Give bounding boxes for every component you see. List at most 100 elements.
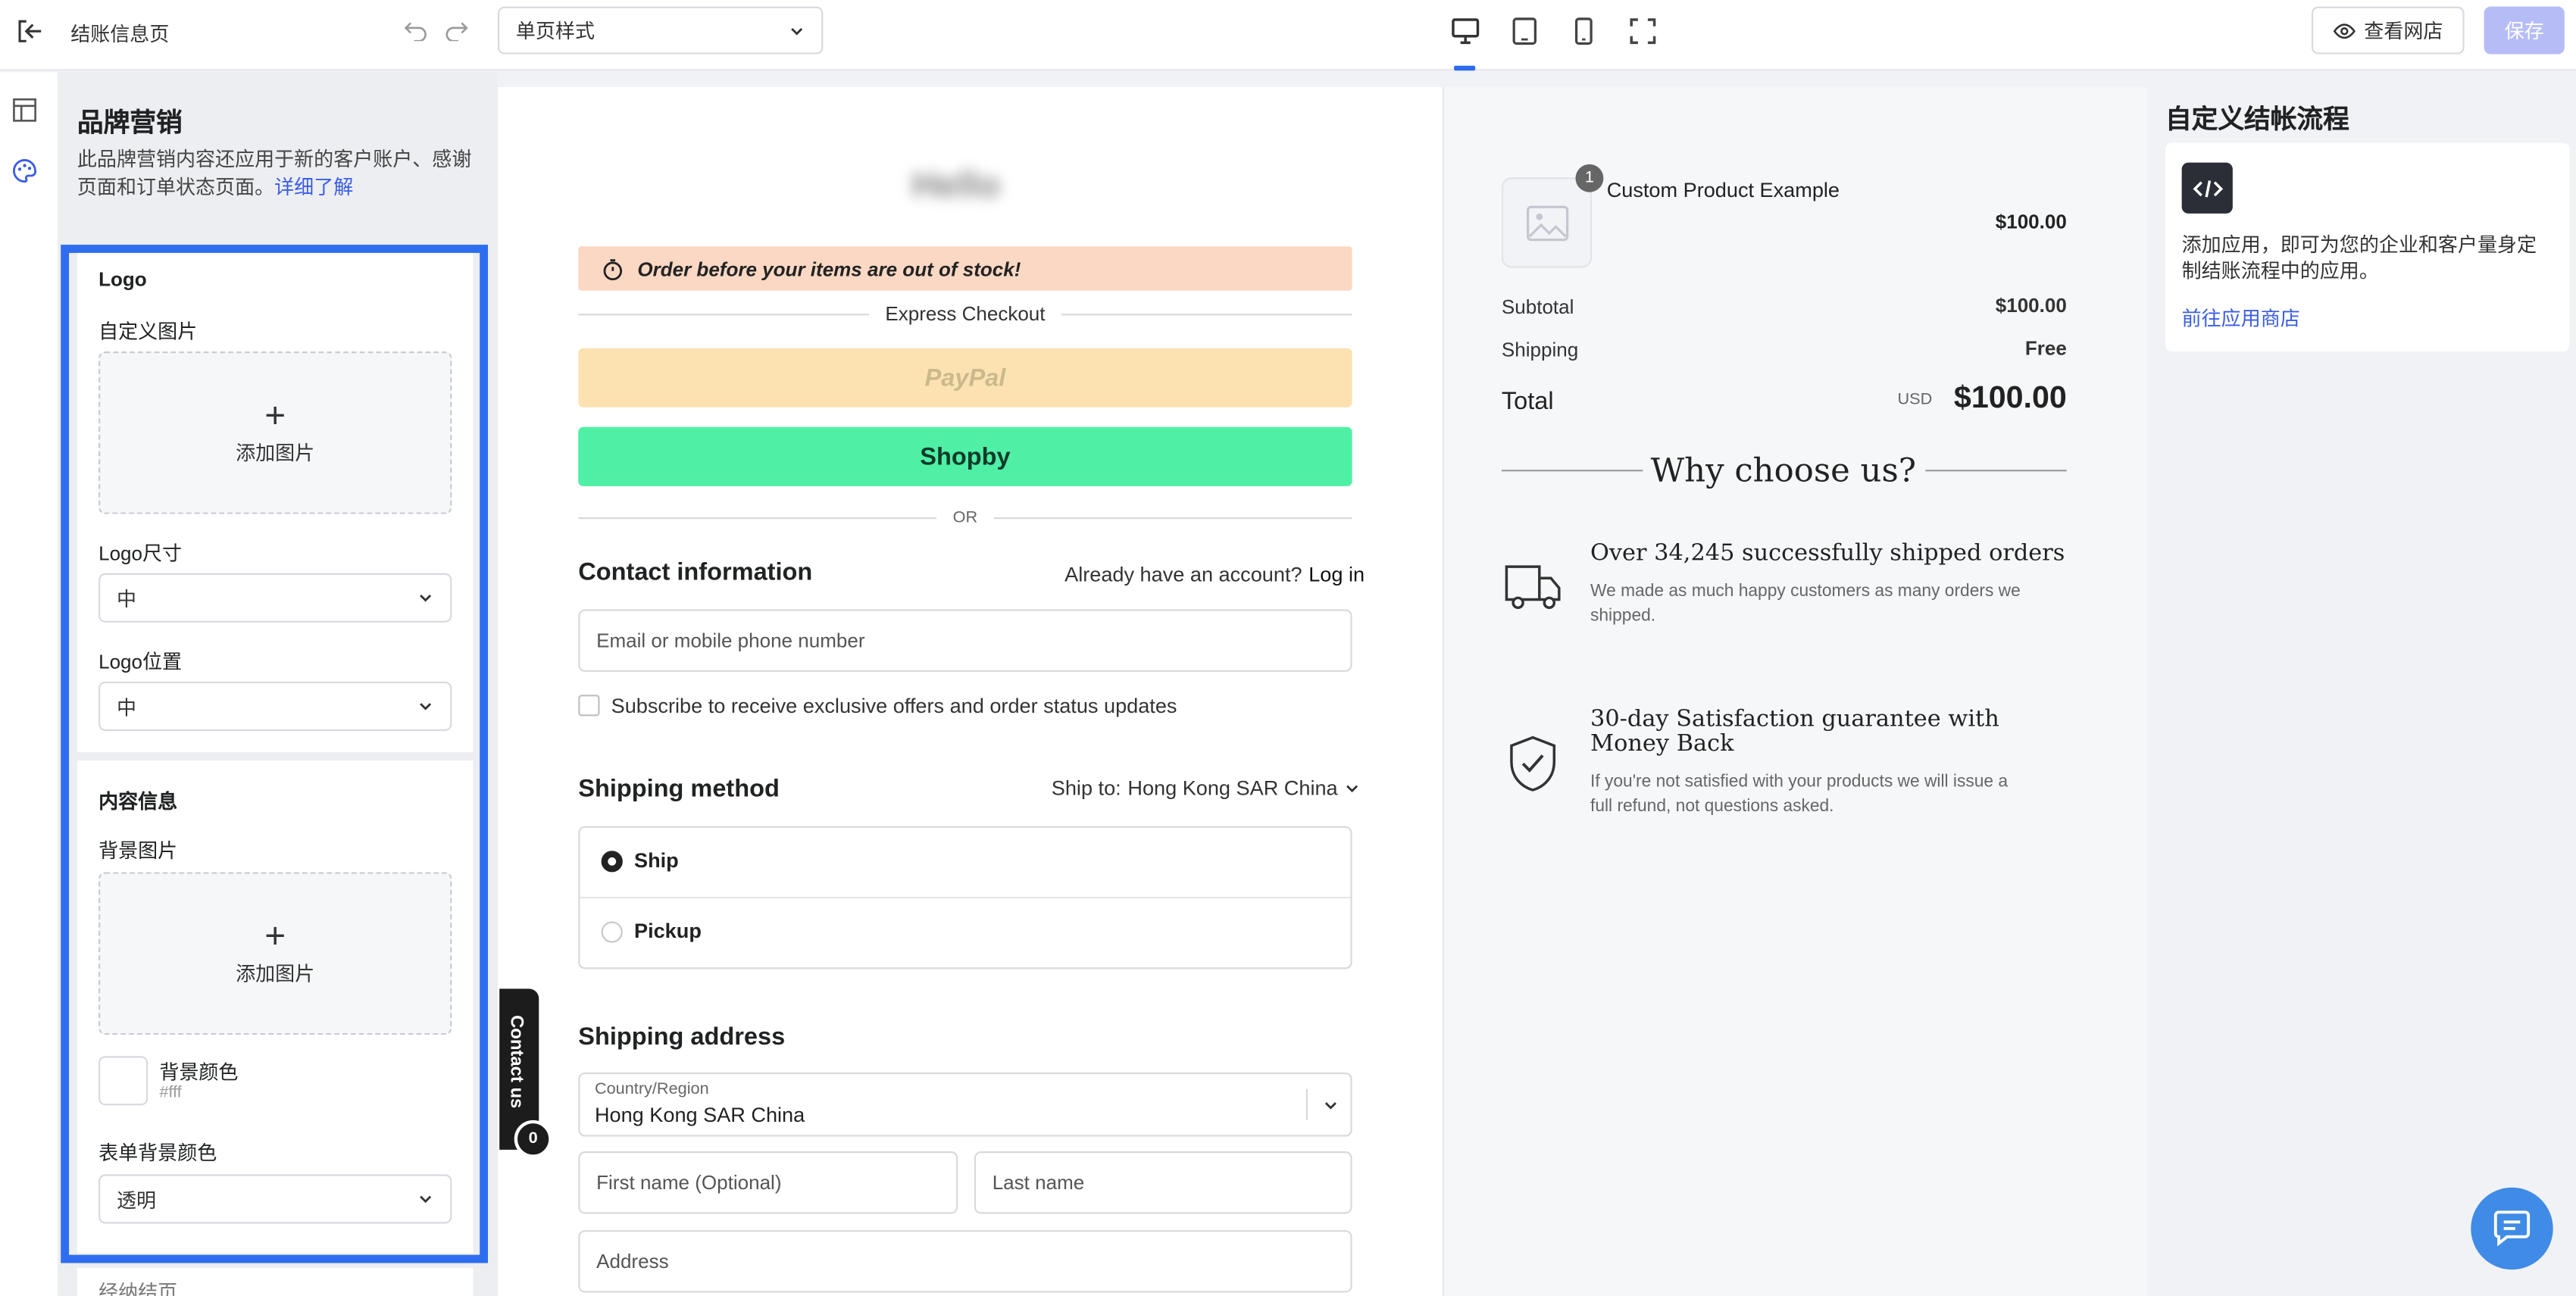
ship-radio[interactable] <box>601 851 623 873</box>
logo-position-select[interactable]: 中 <box>98 681 452 731</box>
bg-color-swatch[interactable] <box>98 1056 148 1106</box>
template-select[interactable]: 单页样式 <box>498 6 824 55</box>
next-section-title: 经纳结页 <box>98 1281 178 1296</box>
custom-image-label: 自定义图片 <box>98 320 198 344</box>
paypal-button[interactable]: PayPal <box>578 348 1352 408</box>
bg-image-label: 背景图片 <box>98 839 178 863</box>
benefit-2-title: 30-day Satisfaction guarantee with Money… <box>1590 706 1999 757</box>
chat-button[interactable] <box>2471 1187 2553 1270</box>
code-icon <box>2181 162 2233 214</box>
app-store-link[interactable]: 前往应用商店 <box>2182 304 2300 332</box>
shipping-address-title: Shipping address <box>578 1023 786 1051</box>
first-name-field[interactable]: First name (Optional) <box>578 1151 958 1214</box>
contact-us-label: Contact us <box>505 1015 526 1109</box>
pickup-radio[interactable] <box>601 921 623 943</box>
plus-icon: + <box>264 914 286 957</box>
product-name: Custom Product Example <box>1606 179 1840 202</box>
chevron-down-icon <box>420 595 432 602</box>
logo-image-dropzone[interactable]: + 添加图片 <box>98 351 452 514</box>
image-placeholder-icon <box>1525 205 1568 241</box>
ship-to-value: Hong Kong SAR China <box>1127 776 1338 801</box>
log-in-link[interactable]: Log in <box>1308 564 1365 586</box>
why-title: Why choose us? <box>1650 450 1916 490</box>
desktop-view-icon[interactable] <box>1447 13 1483 49</box>
redo-icon[interactable] <box>443 17 470 43</box>
save-button[interactable]: 保存 <box>2484 6 2565 55</box>
order-summary-panel <box>1442 86 2148 1296</box>
shield-check-icon <box>1502 732 1564 795</box>
stopwatch-icon <box>603 258 623 279</box>
why-rule-right <box>1925 470 2067 472</box>
benefit-1-desc: We made as much happy customers as many … <box>1590 581 2021 626</box>
fullscreen-icon[interactable] <box>1625 13 1662 49</box>
sections-icon[interactable] <box>8 94 41 126</box>
country-value: Hong Kong SAR China <box>594 1104 805 1127</box>
bg-color-label: 背景颜色 <box>159 1060 239 1085</box>
last-name-field[interactable]: Last name <box>974 1151 1352 1214</box>
apps-panel-title: 自定义结帐流程 <box>2165 106 2349 135</box>
logo-section-title: Logo <box>98 267 147 291</box>
email-field[interactable]: Email or mobile phone number <box>578 609 1352 672</box>
chevron-down-icon <box>1321 1095 1340 1115</box>
ship-option-label: Ship <box>634 849 679 873</box>
shipping-method-title: Shipping method <box>578 775 780 804</box>
benefit-1-title: Over 34,245 successfully shipped orders <box>1590 540 2065 567</box>
shipping-value: Free <box>2024 336 2067 360</box>
undo-icon[interactable] <box>402 17 429 43</box>
next-section-card[interactable]: 经纳结页 <box>77 1268 474 1296</box>
bg-image-dropzone[interactable]: + 添加图片 <box>98 872 452 1035</box>
view-store-button[interactable]: 查看网店 <box>2311 6 2465 55</box>
pickup-option-label: Pickup <box>634 920 702 943</box>
shopby-button[interactable]: Shopby <box>578 426 1352 486</box>
subtotal-label: Subtotal <box>1501 295 1574 319</box>
view-store-label: 查看网店 <box>2364 20 2443 43</box>
total-value: $100.00 <box>1953 381 2067 416</box>
chat-icon <box>2493 1210 2531 1247</box>
product-price: $100.00 <box>1995 210 2067 233</box>
why-rule-left <box>1501 470 1643 472</box>
exit-icon[interactable] <box>13 15 45 48</box>
add-image-label: 添加图片 <box>236 442 315 465</box>
add-image-label: 添加图片 <box>236 962 315 986</box>
express-checkout-divider: Express Checkout <box>578 302 1352 325</box>
template-select-value: 单页样式 <box>515 20 595 43</box>
urgency-banner: Order before your items are out of stock… <box>578 246 1352 291</box>
select-separator <box>1305 1088 1308 1120</box>
have-account-text: Already have an account? <box>1064 563 1302 587</box>
option-divider <box>580 896 1351 899</box>
ship-to-label: Ship to: <box>1051 776 1121 801</box>
currency-label: USD <box>1897 391 1933 409</box>
apps-description: 添加应用，即可为您的企业和客户量身定制结账流程中的应用。 <box>2181 233 2537 283</box>
page-title: 结账信息页 <box>70 23 170 46</box>
benefit-2-desc: If you're not satisfied with your produc… <box>1590 772 2009 817</box>
express-checkout-label: Express Checkout <box>885 301 1046 326</box>
form-bg-select[interactable]: 透明 <box>98 1174 452 1224</box>
logo-position-value: 中 <box>116 695 137 719</box>
theme-palette-icon[interactable] <box>8 155 41 187</box>
content-section-title: 内容信息 <box>98 790 178 814</box>
chevron-down-icon <box>1346 785 1358 793</box>
chevron-down-icon <box>420 703 432 710</box>
learn-more-link[interactable]: 详细了解 <box>274 176 353 198</box>
truck-icon <box>1502 557 1564 616</box>
shipping-label: Shipping <box>1501 338 1579 362</box>
store-logo: Hello <box>911 164 1001 206</box>
tablet-view-icon[interactable] <box>1506 13 1543 49</box>
mobile-view-icon[interactable] <box>1565 13 1602 49</box>
form-bg-label: 表单背景颜色 <box>98 1141 217 1165</box>
logo-size-label: Logo尺寸 <box>98 542 183 565</box>
chevron-down-icon <box>791 27 803 35</box>
logo-size-value: 中 <box>116 587 137 611</box>
panel-title: 品牌营销 <box>77 110 183 139</box>
plus-icon: + <box>264 394 286 436</box>
urgency-text: Order before your items are out of stock… <box>637 257 1021 280</box>
quantity-badge: 1 <box>1575 164 1604 192</box>
logo-size-select[interactable]: 中 <box>98 573 452 623</box>
product-thumbnail <box>1501 177 1593 268</box>
ship-to-selector[interactable]: Ship to: Hong Kong SAR China <box>1052 777 1361 800</box>
subscribe-checkbox[interactable] <box>578 695 600 717</box>
address-field[interactable]: Address <box>578 1230 1352 1293</box>
left-rail <box>0 72 60 1296</box>
bg-color-value: #fff <box>159 1084 182 1102</box>
subscribe-label: Subscribe to receive exclusive offers an… <box>611 695 1177 718</box>
